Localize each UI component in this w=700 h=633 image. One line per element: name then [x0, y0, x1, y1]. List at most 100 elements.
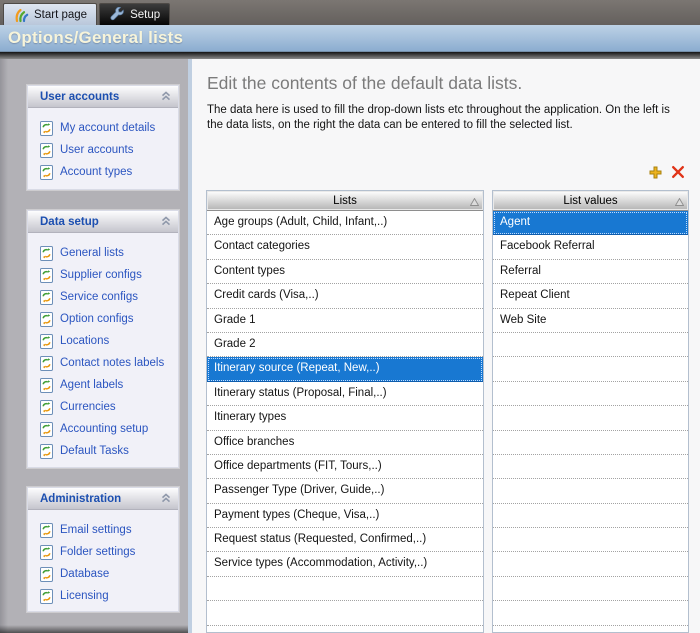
list-doc-icon — [40, 268, 53, 283]
sidebar-item-label: Folder settings — [60, 546, 135, 558]
group-title: Administration — [40, 493, 161, 505]
list-row[interactable]: Repeat Client — [493, 284, 688, 308]
sidebar-item-supplier-configs[interactable]: Supplier configs — [28, 264, 178, 286]
sidebar-item-label: Option configs — [60, 313, 134, 325]
list-row[interactable]: Itinerary status (Proposal, Final,..) — [207, 382, 483, 406]
sidebar-item-accounting-setup[interactable]: Accounting setup — [28, 418, 178, 440]
list-doc-icon — [40, 567, 53, 582]
sidebar-item-label: Currencies — [60, 401, 116, 413]
list-row[interactable]: Facebook Referral — [493, 235, 688, 259]
page-header: Options/General lists — [0, 25, 700, 52]
sidebar-item-label: Email settings — [60, 524, 132, 536]
list-row[interactable]: Itinerary source (Repeat, New,..) — [207, 357, 483, 381]
group-header[interactable]: Administration — [28, 488, 178, 510]
add-plus-icon[interactable] — [647, 164, 663, 180]
sidebar-item-licensing[interactable]: Licensing — [28, 585, 178, 607]
list-row[interactable]: Office branches — [207, 431, 483, 455]
sidebar-item-service-configs[interactable]: Service configs — [28, 286, 178, 308]
list-row-empty — [493, 455, 688, 479]
list-row-empty — [493, 357, 688, 381]
list-row[interactable]: Itinerary types — [207, 406, 483, 430]
list-doc-icon — [40, 165, 53, 180]
list-row-empty — [493, 577, 688, 601]
sidebar-item-label: My account details — [60, 122, 155, 134]
list-doc-icon — [40, 246, 53, 261]
list-row[interactable]: Web Site — [493, 309, 688, 333]
group-items: Email settings Folder settings Database Lic… — [28, 510, 178, 607]
list-doc-icon — [40, 312, 53, 327]
list-doc-icon — [40, 334, 53, 349]
group-title: User accounts — [40, 91, 161, 103]
list-doc-icon — [40, 378, 53, 393]
wrench-icon — [109, 7, 125, 23]
sort-ascending-icon — [675, 197, 684, 209]
sidebar-group-administration: Administration Email settings Folder sett… — [27, 487, 179, 612]
sidebar-item-my-account-details[interactable]: My account details — [28, 117, 178, 139]
sidebar-group-data-setup: Data setup General lists Supplier configs… — [27, 210, 179, 468]
list-row[interactable]: Grade 1 — [207, 309, 483, 333]
list-doc-icon — [40, 589, 53, 604]
list-row-empty — [493, 431, 688, 455]
sidebar-item-general-lists[interactable]: General lists — [28, 242, 178, 264]
list-row[interactable]: Agent — [493, 211, 688, 235]
chevron-double-up-icon[interactable] — [161, 88, 171, 106]
group-items: My account details User accounts Account t… — [28, 108, 178, 183]
group-title: Data setup — [40, 216, 161, 228]
list-row[interactable]: Request status (Requested, Confirmed,..) — [207, 528, 483, 552]
tab-label: Setup — [130, 9, 160, 21]
sidebar-item-label: Database — [60, 568, 109, 580]
list-row-empty — [493, 382, 688, 406]
sidebar-item-database[interactable]: Database — [28, 563, 178, 585]
sidebar-item-contact-notes-labels[interactable]: Contact notes labels — [28, 352, 178, 374]
chevron-double-up-icon[interactable] — [161, 490, 171, 508]
tab-label: Start page — [34, 9, 87, 21]
tab-setup[interactable]: Setup — [99, 3, 170, 25]
sidebar-item-default-tasks[interactable]: Default Tasks — [28, 440, 178, 462]
sidebar-item-label: Service configs — [60, 291, 138, 303]
group-header[interactable]: Data setup — [28, 211, 178, 233]
list-doc-icon — [40, 121, 53, 136]
list-row[interactable]: Payment types (Cheque, Visa,..) — [207, 504, 483, 528]
list-row[interactable]: Office departments (FIT, Tours,..) — [207, 455, 483, 479]
list-row[interactable]: Contact categories — [207, 235, 483, 259]
list-row-empty — [493, 406, 688, 430]
sidebar-item-label: General lists — [60, 247, 124, 259]
sidebar-item-account-types[interactable]: Account types — [28, 161, 178, 183]
list-doc-icon — [40, 400, 53, 415]
list-row[interactable]: Content types — [207, 260, 483, 284]
page-description: The data here is used to fill the drop-d… — [207, 103, 683, 133]
sidebar-item-label: Account types — [60, 166, 132, 178]
page-heading: Edit the contents of the default data li… — [207, 73, 522, 94]
sidebar-item-option-configs[interactable]: Option configs — [28, 308, 178, 330]
list-row[interactable]: Referral — [493, 260, 688, 284]
list-row[interactable]: Credit cards (Visa,..) — [207, 284, 483, 308]
list-values-grid-body: AgentFacebook ReferralReferralRepeat Cli… — [493, 211, 688, 632]
chevron-double-up-icon[interactable] — [161, 213, 171, 231]
delete-x-icon[interactable] — [670, 164, 686, 180]
list-row[interactable]: Age groups (Adult, Child, Infant,..) — [207, 211, 483, 235]
group-header[interactable]: User accounts — [28, 86, 178, 108]
sidebar-item-user-accounts[interactable]: User accounts — [28, 139, 178, 161]
list-row[interactable]: Passenger Type (Driver, Guide,..) — [207, 479, 483, 503]
tab-start-page[interactable]: Start page — [3, 3, 97, 25]
list-row-empty — [493, 601, 688, 625]
list-row-empty — [493, 552, 688, 576]
sidebar-item-label: Default Tasks — [60, 445, 129, 457]
sidebar-item-label: Locations — [60, 335, 109, 347]
list-row[interactable]: Grade 2 — [207, 333, 483, 357]
sidebar-item-email-settings[interactable]: Email settings — [28, 519, 178, 541]
tab-strip: Start page Setup — [0, 0, 700, 25]
list-values-column-header[interactable]: List values — [493, 191, 688, 211]
list-row-empty — [207, 577, 483, 601]
sidebar-item-locations[interactable]: Locations — [28, 330, 178, 352]
list-doc-icon — [40, 356, 53, 371]
sidebar-item-agent-labels[interactable]: Agent labels — [28, 374, 178, 396]
lists-column-header[interactable]: Lists — [207, 191, 483, 211]
list-row-empty — [493, 626, 688, 632]
list-row[interactable]: Service types (Accommodation, Activity,.… — [207, 552, 483, 576]
sidebar-item-label: Agent labels — [60, 379, 123, 391]
page-title: Options/General lists — [0, 25, 700, 48]
sidebar-item-currencies[interactable]: Currencies — [28, 396, 178, 418]
app-logo-icon — [13, 7, 29, 23]
sidebar-item-folder-settings[interactable]: Folder settings — [28, 541, 178, 563]
